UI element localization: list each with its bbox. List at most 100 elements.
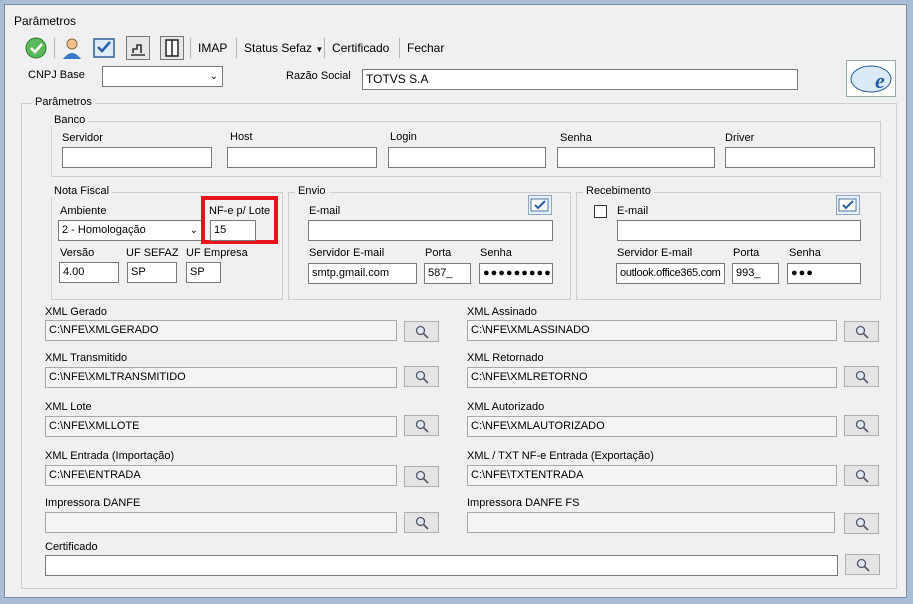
envio-group-title: Envio bbox=[295, 185, 329, 197]
xml-retornado-input[interactable]: C:\NFE\XMLRETORNO bbox=[467, 367, 837, 388]
razao-social-input[interactable]: TOTVS S.A bbox=[362, 69, 798, 90]
xml-gerado-input[interactable]: C:\NFE\XMLGERADO bbox=[45, 320, 397, 341]
imap-button[interactable]: IMAP bbox=[198, 41, 227, 55]
recebimento-email-label: E-mail bbox=[617, 205, 649, 217]
xml-assinado-browse-button[interactable] bbox=[844, 321, 879, 342]
envio-servidor-input[interactable]: smtp.gmail.com bbox=[308, 263, 417, 284]
host-label: Host bbox=[230, 131, 253, 143]
nota-fiscal-group-title: Nota Fiscal bbox=[51, 185, 113, 197]
search-icon bbox=[415, 470, 429, 484]
toolbar-separator bbox=[324, 38, 325, 58]
recebimento-email-checkbox[interactable] bbox=[594, 205, 607, 218]
recebimento-test-button[interactable] bbox=[836, 195, 860, 215]
search-icon bbox=[856, 558, 870, 572]
envio-test-button[interactable] bbox=[528, 195, 552, 215]
envio-senha-label: Senha bbox=[480, 247, 512, 259]
certificado-browse-button[interactable] bbox=[845, 554, 880, 575]
impressora-danfe-browse-button[interactable] bbox=[404, 512, 439, 533]
xml-lote-input[interactable]: C:\NFE\XMLLOTE bbox=[45, 416, 397, 437]
fechar-button[interactable]: Fechar bbox=[407, 41, 444, 55]
uf-empresa-input[interactable]: SP bbox=[186, 262, 221, 283]
envio-email-label: E-mail bbox=[309, 205, 341, 217]
xml-autorizado-browse-button[interactable] bbox=[844, 415, 879, 436]
login-label: Login bbox=[390, 131, 417, 143]
ambiente-select[interactable]: 2 - Homologação ⌄ bbox=[58, 220, 203, 241]
xml-assinado-input[interactable]: C:\NFE\XMLASSINADO bbox=[467, 320, 837, 341]
banco-group-title: Banco bbox=[51, 114, 89, 126]
xml-transmitido-label: XML Transmitido bbox=[45, 352, 128, 364]
recebimento-email-input[interactable] bbox=[617, 220, 861, 241]
checklist-icon[interactable] bbox=[92, 36, 116, 60]
toolbar-separator bbox=[54, 38, 55, 58]
uf-empresa-label: UF Empresa bbox=[186, 247, 248, 259]
xml-assinado-label: XML Assinado bbox=[467, 306, 537, 318]
search-icon bbox=[415, 516, 429, 530]
toolbar: IMAP Status Sefaz ▼ Certificado Fechar bbox=[13, 35, 895, 61]
window-title: Parâmetros bbox=[14, 14, 77, 28]
panel-icon[interactable] bbox=[160, 36, 184, 60]
impressora-danfe-fs-browse-button[interactable] bbox=[844, 513, 879, 534]
recebimento-senha-input[interactable]: ●●● bbox=[787, 263, 861, 284]
impressora-danfe-label: Impressora DANFE bbox=[45, 497, 141, 509]
xml-retornado-label: XML Retornado bbox=[467, 352, 544, 364]
search-icon bbox=[855, 325, 869, 339]
txt-entrada-label: XML / TXT NF-e Entrada (Exportação) bbox=[467, 450, 654, 462]
txt-entrada-browse-button[interactable] bbox=[844, 465, 879, 486]
cnpj-select[interactable]: ⌄ bbox=[102, 66, 223, 87]
search-icon bbox=[855, 370, 869, 384]
cnpj-label: CNPJ Base bbox=[28, 69, 85, 81]
versao-input[interactable]: 4.00 bbox=[59, 262, 119, 283]
envio-email-input[interactable] bbox=[308, 220, 553, 241]
toolbar-separator bbox=[399, 38, 400, 58]
servidor-input[interactable] bbox=[62, 147, 212, 168]
uf-sefaz-label: UF SEFAZ bbox=[126, 247, 179, 259]
dropdown-arrow-icon: ▼ bbox=[315, 45, 324, 54]
driver-label: Driver bbox=[725, 132, 755, 144]
confirm-icon[interactable] bbox=[24, 36, 48, 60]
chevron-down-icon: ⌄ bbox=[189, 225, 198, 236]
chevron-down-icon: ⌄ bbox=[209, 71, 218, 82]
nfe-lote-input[interactable]: 15 bbox=[210, 220, 256, 241]
certificado-button[interactable]: Certificado bbox=[332, 41, 389, 55]
versao-label: Versão bbox=[60, 247, 95, 259]
ambiente-value: 2 - Homologação bbox=[62, 224, 146, 236]
parametros-group-title: Parâmetros bbox=[32, 96, 95, 108]
impressora-danfe-fs-input[interactable] bbox=[467, 512, 835, 533]
xml-retornado-browse-button[interactable] bbox=[844, 366, 879, 387]
xml-transmitido-browse-button[interactable] bbox=[404, 366, 439, 387]
search-icon bbox=[415, 370, 429, 384]
uf-sefaz-input[interactable]: SP bbox=[127, 262, 177, 283]
senha-banco-input[interactable] bbox=[557, 147, 715, 168]
login-input[interactable] bbox=[388, 147, 546, 168]
xml-entrada-label: XML Entrada (Importação) bbox=[45, 450, 175, 462]
user-icon[interactable] bbox=[60, 36, 84, 60]
xml-lote-browse-button[interactable] bbox=[404, 415, 439, 436]
search-icon bbox=[855, 469, 869, 483]
xml-autorizado-input[interactable]: C:\NFE\XMLAUTORIZADO bbox=[467, 416, 837, 437]
xml-entrada-input[interactable]: C:\NFE\ENTRADA bbox=[45, 465, 397, 486]
nfe-logo: e bbox=[846, 60, 896, 97]
envio-senha-input[interactable]: ●●●●●●●●● bbox=[479, 263, 553, 284]
certificado-label: Certificado bbox=[45, 541, 98, 553]
svg-text:e: e bbox=[875, 68, 885, 93]
txt-entrada-input[interactable]: C:\NFE\TXTENTRADA bbox=[467, 465, 837, 486]
xml-transmitido-input[interactable]: C:\NFE\XMLTRANSMITIDO bbox=[45, 367, 397, 388]
recebimento-porta-input[interactable]: 993_ bbox=[732, 263, 779, 284]
envio-servidor-label: Servidor E-mail bbox=[309, 247, 385, 259]
envio-porta-input[interactable]: 587_ bbox=[424, 263, 471, 284]
toolbar-separator bbox=[236, 38, 237, 58]
xml-entrada-browse-button[interactable] bbox=[404, 466, 439, 487]
impressora-danfe-input[interactable] bbox=[45, 512, 397, 533]
host-input[interactable] bbox=[227, 147, 377, 168]
recebimento-servidor-input[interactable]: outlook.office365.com bbox=[616, 263, 725, 284]
recebimento-servidor-label: Servidor E-mail bbox=[617, 247, 693, 259]
ambiente-label: Ambiente bbox=[60, 205, 107, 217]
mail-check-icon bbox=[530, 198, 549, 212]
search-icon bbox=[415, 419, 429, 433]
chart-icon[interactable] bbox=[126, 36, 150, 60]
driver-input[interactable] bbox=[725, 147, 875, 168]
xml-gerado-browse-button[interactable] bbox=[404, 321, 439, 342]
certificado-input[interactable] bbox=[45, 555, 838, 576]
status-sefaz-button[interactable]: Status Sefaz ▼ bbox=[244, 41, 323, 55]
servidor-label: Servidor bbox=[62, 132, 103, 144]
